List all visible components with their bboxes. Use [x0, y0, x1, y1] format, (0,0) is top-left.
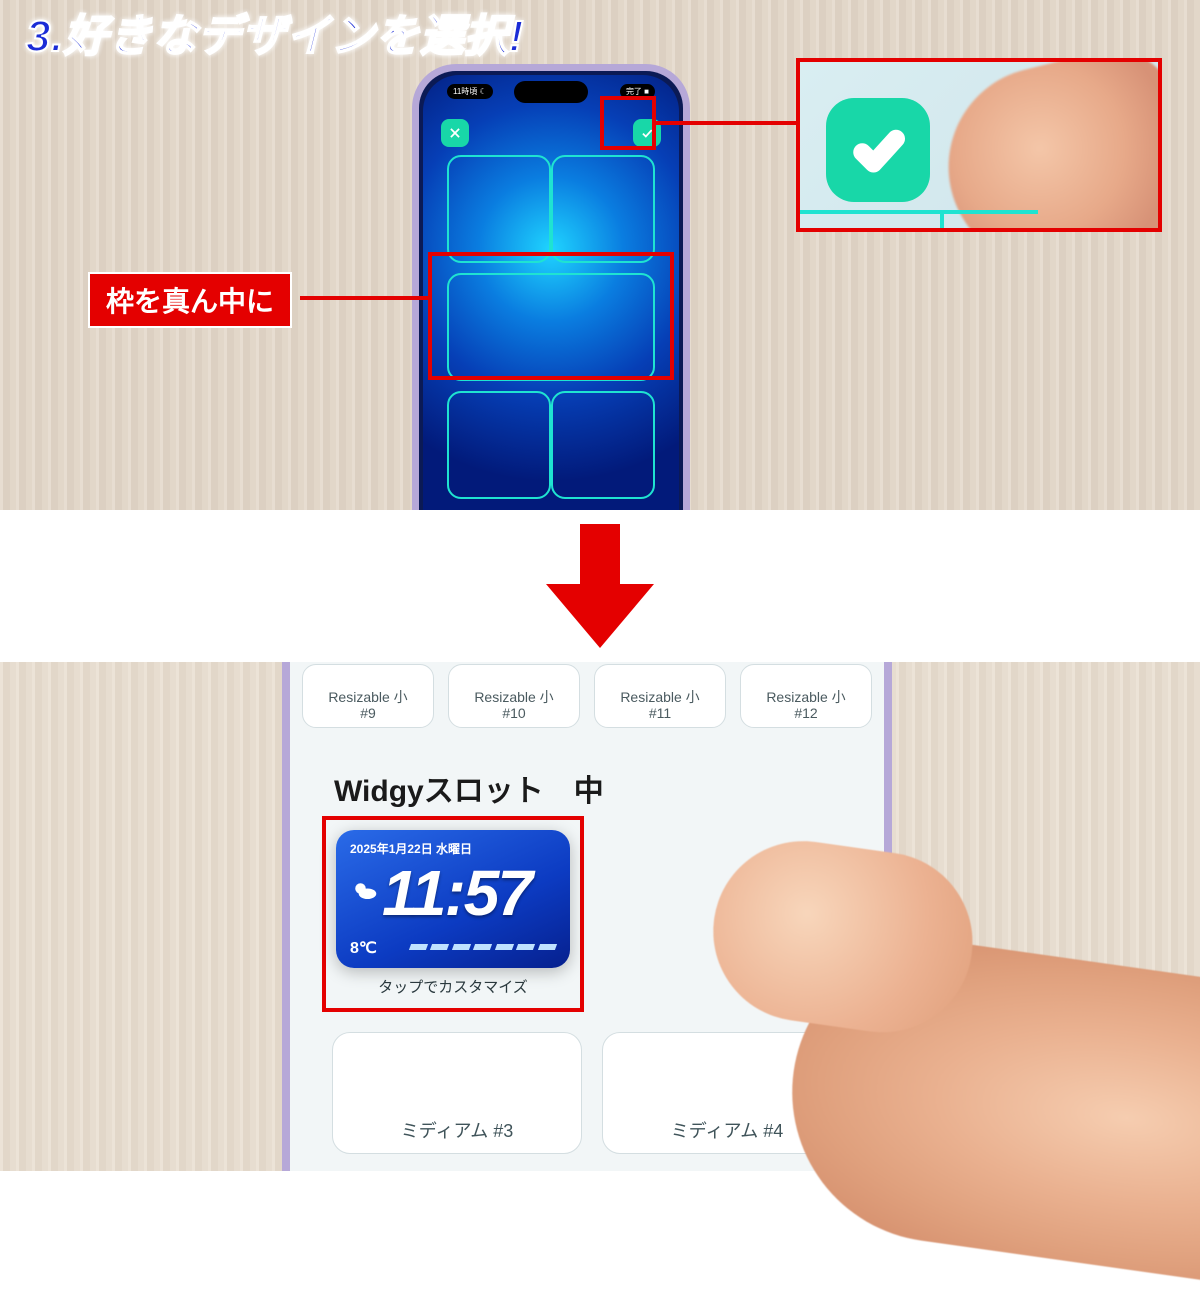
small-slot-num: #10	[502, 705, 525, 721]
small-slot-num: #12	[794, 705, 817, 721]
medium-slot-card-4[interactable]: ミディアム #4	[602, 1032, 852, 1154]
small-slot-row: Resizable 小 #9 Resizable 小 #10 Resizable…	[302, 662, 872, 742]
widget-slot-small-4[interactable]	[551, 391, 655, 499]
step-title: 3.好きなデザインを選択!	[26, 0, 524, 64]
status-left-pill: 11時頃 ☾	[447, 84, 493, 99]
callout-center-frame: 枠を真ん中に	[88, 272, 292, 328]
widget-slot-small-1[interactable]	[447, 155, 551, 263]
small-slot-card-10[interactable]: Resizable 小 #10	[448, 664, 580, 728]
dynamic-island	[514, 81, 588, 103]
widget-slot-small-3[interactable]	[447, 391, 551, 499]
widget-time: 11:57	[382, 856, 531, 930]
phone-top-screen: 11時頃 ☾ 完了 ■	[423, 75, 679, 510]
medium-slot-card-3[interactable]: ミディアム #3	[332, 1032, 582, 1154]
widget-preview[interactable]: 2025年1月22日 水曜日 11:57 8℃	[336, 830, 570, 968]
tutorial-panel-top: 3.好きなデザインを選択! 11時頃 ☾ 完了 ■ 枠を真ん中に	[0, 0, 1200, 510]
widget-tap-label: タップでカスタマイズ	[378, 976, 528, 997]
magnifier-confirm-button[interactable]	[826, 98, 930, 202]
close-button[interactable]	[441, 119, 469, 147]
check-icon	[851, 123, 905, 177]
magnifier-leader-line	[656, 121, 796, 125]
widget-slot-small-2[interactable]	[551, 155, 655, 263]
small-slot-num: #11	[649, 705, 671, 721]
medium-slot-label: ミディアム #4	[671, 1117, 784, 1143]
down-arrow-icon	[546, 524, 654, 648]
widget-temp: 8℃	[350, 938, 377, 958]
small-slot-card-11[interactable]: Resizable 小 #11	[594, 664, 726, 728]
widget-slot-medium[interactable]	[447, 273, 655, 381]
widget-progress	[410, 944, 556, 950]
small-slot-card-12[interactable]: Resizable 小 #12	[740, 664, 872, 728]
check-icon	[640, 126, 654, 140]
small-slot-num: #9	[360, 705, 376, 721]
medium-slot-label: ミディアム #3	[401, 1117, 514, 1143]
small-slot-label: Resizable 小	[474, 689, 553, 705]
x-icon	[448, 126, 462, 140]
callout-leader-line	[300, 296, 428, 300]
weather-icon	[350, 878, 378, 911]
section-heading-medium: Widgyスロット 中	[334, 766, 604, 810]
small-slot-label: Resizable 小	[328, 689, 407, 705]
panel-divider	[0, 510, 1200, 662]
highlight-box-widget-preview: 2025年1月22日 水曜日 11:57 8℃ タップでカスタマイズ	[322, 816, 584, 1012]
small-slot-label: Resizable 小	[766, 689, 845, 705]
phone-mockup-top: 11時頃 ☾ 完了 ■	[412, 64, 690, 510]
tutorial-panel-bottom: Resizable 小 #9 Resizable 小 #10 Resizable…	[0, 662, 1200, 1171]
magnifier-panel	[796, 58, 1162, 232]
widget-date: 2025年1月22日 水曜日	[350, 840, 472, 857]
magnifier-grid-v	[940, 210, 944, 228]
phone-mockup-bottom: Resizable 小 #9 Resizable 小 #10 Resizable…	[282, 662, 892, 1171]
magnifier-grid-h	[800, 210, 1038, 214]
small-slot-label: Resizable 小	[620, 689, 699, 705]
status-right-pill: 完了 ■	[620, 84, 655, 99]
small-slot-card-9[interactable]: Resizable 小 #9	[302, 664, 434, 728]
